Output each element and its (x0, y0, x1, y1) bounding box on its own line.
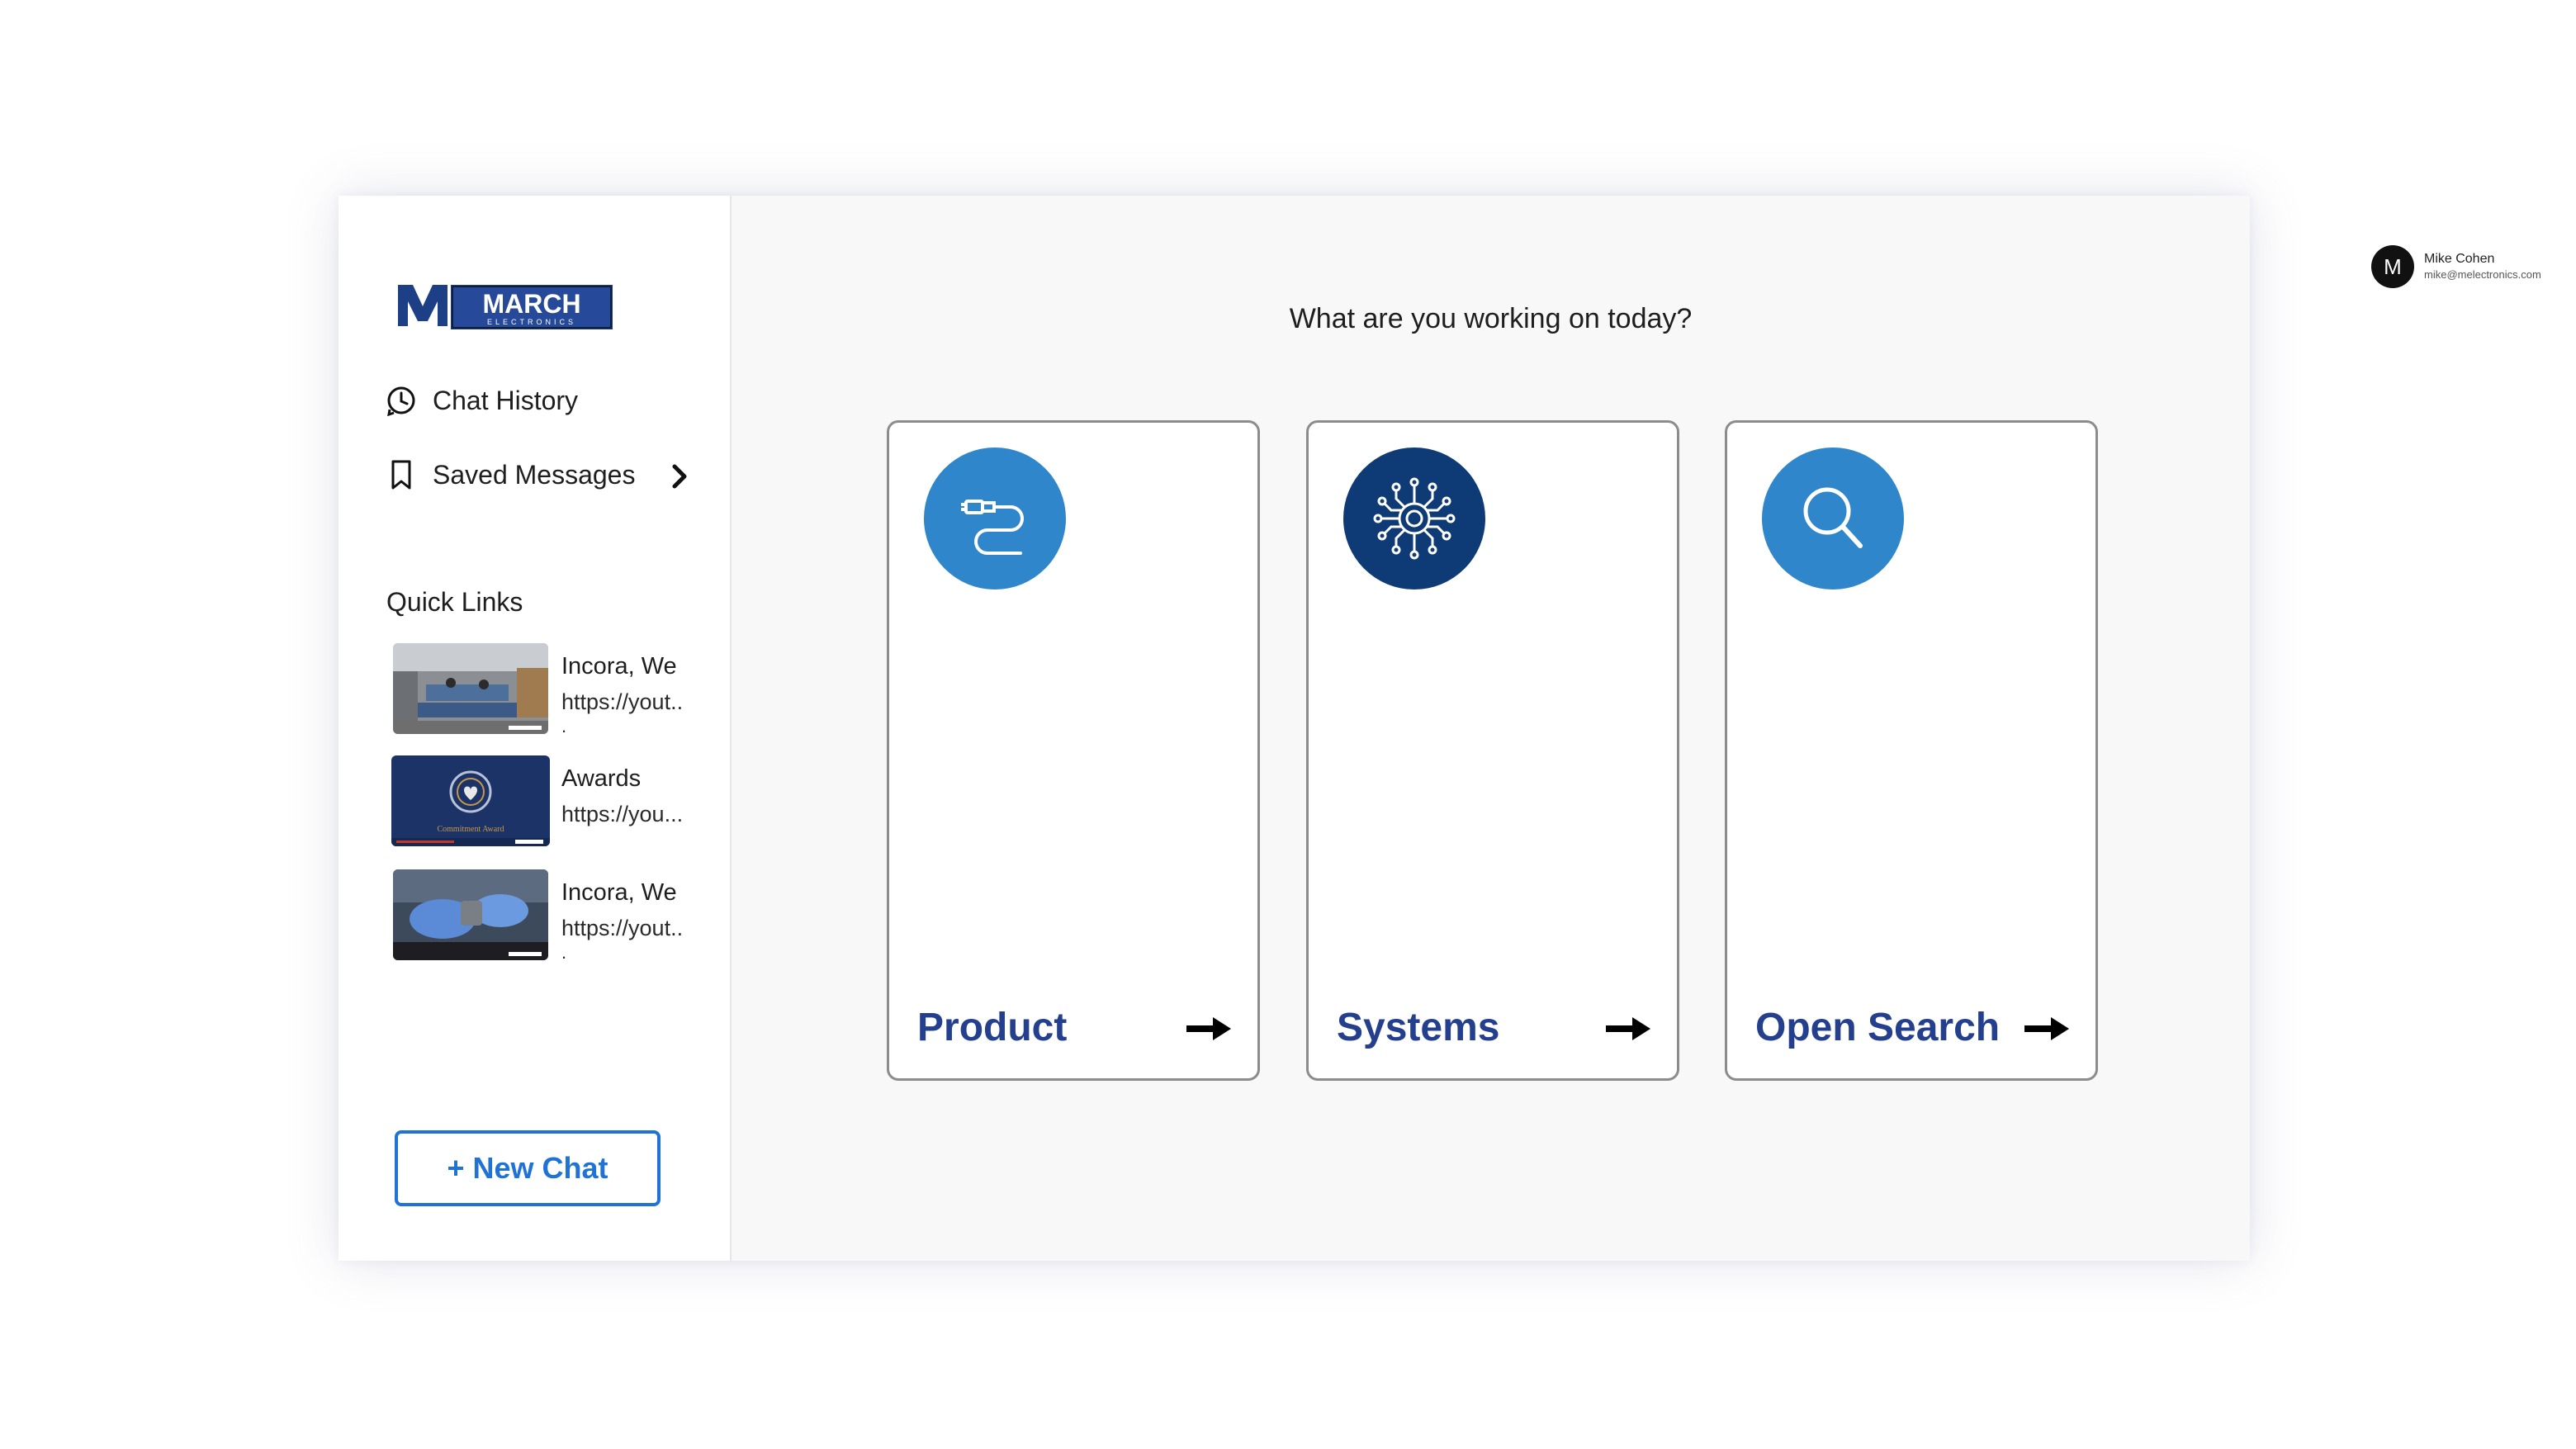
card-product-label: Product (917, 1006, 1068, 1049)
circuit-chip-icon (1343, 447, 1485, 590)
bookmark-icon (385, 458, 418, 491)
quick-link-ellipsis: . (561, 942, 567, 963)
quick-link-url[interactable]: https://yout.. (561, 916, 683, 941)
gloved-hands-thumbnail (393, 869, 548, 960)
award-thumbnail-caption: Commitment Award (437, 825, 504, 834)
nav-chat-history[interactable]: Chat History (385, 384, 578, 417)
clock-history-icon (385, 384, 418, 417)
page-title: What are you working on today? (1289, 303, 1693, 334)
main-panel: M Mike Cohen mike@melectronics.com ▼ Wha… (732, 196, 2541, 1261)
quick-link-url[interactable]: https://yout.. (561, 689, 683, 715)
quick-link-title: Incora, We (561, 653, 677, 680)
quick-link-title: Awards (561, 765, 642, 792)
factory-floor-thumbnail (393, 643, 548, 734)
user-name: Mike Cohen (2424, 252, 2495, 266)
logo-sub-text: ELECTRONICS (487, 318, 576, 326)
nav-saved-messages[interactable]: Saved Messages (385, 458, 635, 491)
commitment-award-thumbnail: Commitment Award (391, 755, 550, 846)
avatar: M (2371, 245, 2414, 288)
arrow-right-icon[interactable] (1604, 1014, 1652, 1044)
chevron-right-icon[interactable] (667, 462, 692, 491)
nav-chat-history-label: Chat History (433, 385, 579, 415)
sidebar: MARCH ELECTRONICS Chat History Saved Mes… (339, 196, 732, 1261)
quick-link-item[interactable]: Commitment Award Awards https://you... (391, 755, 698, 848)
logo-main-text: MARCH (482, 289, 580, 319)
quick-link-item[interactable]: Incora, We https://yout.. . (393, 869, 698, 963)
cable-icon (924, 447, 1066, 590)
quick-links-heading: Quick Links (386, 587, 523, 617)
quick-link-ellipsis: . (561, 716, 567, 736)
user-menu[interactable]: M Mike Cohen mike@melectronics.com ▼ (2371, 242, 2576, 291)
quick-link-url[interactable]: https://you... (561, 802, 683, 827)
quick-link-item[interactable]: Incora, We https://yout.. . (393, 643, 698, 736)
card-systems-label: Systems (1337, 1006, 1500, 1049)
card-open-search[interactable]: Open Search (1725, 420, 2098, 1081)
user-email: mike@melectronics.com (2424, 268, 2541, 281)
nav-saved-messages-label: Saved Messages (433, 459, 636, 490)
quick-link-title: Incora, We (561, 879, 677, 906)
magnifier-icon (1762, 447, 1904, 590)
card-systems[interactable]: Systems (1306, 420, 1679, 1081)
new-chat-button[interactable]: + New Chat (395, 1130, 661, 1206)
card-open-search-label: Open Search (1755, 1006, 2001, 1049)
march-electronics-logo[interactable]: MARCH ELECTRONICS (395, 278, 614, 331)
app-window: MARCH ELECTRONICS Chat History Saved Mes… (339, 196, 2541, 1261)
arrow-right-icon[interactable] (1185, 1014, 1233, 1044)
arrow-right-icon[interactable] (2023, 1014, 2071, 1044)
card-product[interactable]: Product (887, 420, 1260, 1081)
